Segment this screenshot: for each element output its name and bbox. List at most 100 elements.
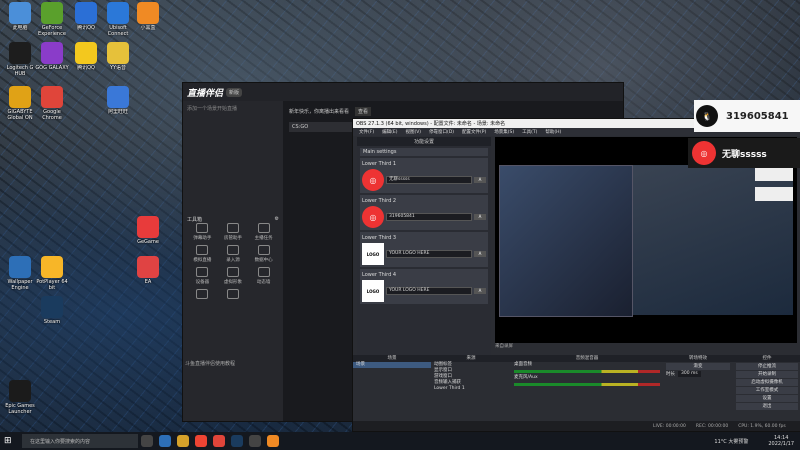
menu-item[interactable]: 编辑(E) — [382, 129, 397, 135]
obs-statusbar: LIVE: 00:00:00 REC: 00:00:00 CPU: 1.9%, 60… — [353, 421, 800, 431]
desktop-icon[interactable]: Logitech G HUB — [2, 42, 38, 77]
menu-item[interactable]: 配置文件(P) — [462, 129, 486, 135]
version-badge[interactable]: 新版 — [226, 87, 243, 97]
menu-item[interactable]: 视图(V) — [405, 129, 421, 135]
transition-select[interactable]: 渐变 — [666, 363, 730, 370]
lower-third-item: Lower Third 3 LOGO YOUR LOGO HERE A — [360, 232, 488, 267]
tool-item[interactable]: 数据中心 — [248, 245, 279, 263]
tool-item[interactable]: 弹幕助手 — [187, 223, 218, 241]
control-button[interactable]: 退出 — [736, 403, 798, 410]
desktop-icon[interactable]: 小黑盒 — [130, 2, 166, 31]
desktop-icon[interactable]: GeGame — [130, 216, 166, 245]
desktop-icon[interactable]: PotPlayer 64 bit — [34, 256, 70, 291]
desktop-icon[interactable]: Steam — [34, 296, 70, 325]
tool-item[interactable]: 动态墙 — [248, 267, 279, 285]
tool-item[interactable]: 录入源 — [218, 245, 249, 263]
status-item: CPU: 1.9%, 60.00 fps — [738, 423, 786, 429]
control-button[interactable]: 启动虚拟摄像机 — [736, 379, 798, 386]
obs-icon[interactable] — [249, 435, 261, 447]
taskbar-search[interactable]: 在这里输入你要搜索的内容 — [22, 434, 138, 448]
taskview-icon[interactable] — [141, 435, 153, 447]
duration-input[interactable]: 300 ms — [678, 371, 701, 377]
app-icon — [41, 2, 63, 24]
tool-icon — [226, 223, 239, 233]
desktop-icon[interactable]: 腾讯QQ — [68, 42, 104, 71]
desktop-icon[interactable]: 腾讯QQ — [68, 2, 104, 31]
lower-third-name-input[interactable]: 无聊sssss — [386, 176, 472, 184]
desktop-icon[interactable]: EA — [130, 256, 166, 285]
lower-third-title: Lower Third 3 — [362, 234, 397, 241]
control-button[interactable]: 开始录制 — [736, 371, 798, 378]
desktop-icon[interactable]: 阿里旺旺 — [100, 86, 136, 115]
gear-icon[interactable]: ⚙ — [275, 216, 279, 223]
desktop-icon-label: 腾讯QQ — [77, 65, 95, 71]
windows-start-icon[interactable]: ⊞ — [4, 436, 14, 446]
menu-item[interactable]: 帮助(H) — [545, 129, 561, 135]
logo-icon: ◎ — [362, 169, 384, 191]
tab-csgo[interactable]: CS:GO — [289, 122, 352, 132]
tool-icon — [226, 289, 239, 299]
netease-music-icon[interactable] — [195, 435, 207, 447]
desktop-icon-label: GeForce Experience — [38, 25, 66, 37]
tool-item[interactable] — [218, 289, 249, 301]
control-button[interactable]: 停止推流 — [736, 363, 798, 370]
weather[interactable]: 11°C 大雾预警 — [714, 438, 748, 445]
explorer-icon[interactable] — [177, 435, 189, 447]
font-button[interactable]: A — [474, 214, 486, 220]
app-icon — [9, 86, 31, 108]
clock[interactable]: 14:14 2022/1/17 — [768, 435, 794, 447]
desktop-icon[interactable]: YY语音 — [100, 42, 136, 71]
scene-item[interactable]: 场景 — [353, 362, 431, 368]
volume-meter[interactable] — [514, 370, 660, 373]
source-item[interactable]: Lower Third 1 — [431, 386, 511, 392]
desktop-icon[interactable]: GeForce Experience — [34, 2, 70, 37]
app-icon — [41, 296, 63, 318]
app-icon — [137, 2, 159, 24]
menu-item[interactable]: 文件(F) — [359, 129, 374, 135]
status-item: LIVE: 00:00:00 — [653, 423, 686, 429]
desktop-icon[interactable]: Wallpaper Engine — [2, 256, 38, 291]
desktop-icon[interactable]: 此电脑 — [2, 2, 38, 31]
tool-item[interactable] — [187, 289, 218, 301]
tool-icon — [196, 223, 209, 233]
tool-item[interactable]: 设备器 — [187, 267, 218, 285]
app-icon[interactable] — [267, 435, 279, 447]
desktop-icon[interactable]: Epic Games Launcher — [2, 380, 38, 415]
app-icon — [107, 2, 129, 24]
lower-third-item: Lower Third 4 LOGO YOUR LOGO HERE A — [360, 269, 488, 304]
font-button[interactable]: A — [474, 288, 486, 294]
menu-item[interactable]: 停靠窗口(D) — [429, 129, 454, 135]
controls-panel: 控件 停止推流 开始录制 启动虚拟摄像机 工作室模式 设置 退出 — [733, 355, 800, 421]
mixer-channel: 桌面音频 — [511, 362, 663, 373]
main-settings[interactable]: Main settings — [360, 148, 488, 156]
tool-item[interactable]: 主播任务 — [248, 223, 279, 241]
desktop-icon[interactable]: Google Chrome — [34, 86, 70, 121]
desktop-icon[interactable]: GIGABYTE Global ON — [2, 86, 38, 121]
app-icon — [137, 216, 159, 238]
menu-item[interactable]: 场景集(S) — [494, 129, 514, 135]
tool-item[interactable]: 房管助手 — [218, 223, 249, 241]
desktop-icon[interactable]: GOG GALAXY — [34, 42, 70, 71]
control-button[interactable]: 设置 — [736, 395, 798, 402]
font-button[interactable]: A — [474, 251, 486, 257]
steam-icon[interactable] — [231, 435, 243, 447]
chrome-icon[interactable] — [213, 435, 225, 447]
netease-icon: ◎ — [692, 141, 716, 165]
menu-item[interactable]: 工具(T) — [522, 129, 537, 135]
lower-third-name-input[interactable]: 319605841 — [386, 213, 472, 221]
app-icon — [41, 42, 63, 64]
volume-meter[interactable] — [514, 383, 660, 386]
notice-button[interactable]: 查看 — [355, 107, 372, 116]
lower-third-name-input[interactable]: YOUR LOGO HERE — [386, 250, 472, 258]
font-button[interactable]: A — [474, 177, 486, 183]
edge-icon[interactable] — [159, 435, 171, 447]
control-button[interactable]: 工作室模式 — [736, 387, 798, 394]
tutorial-link[interactable]: 斗鱼直播伴侣使用教程 — [185, 360, 281, 367]
mixer-channel: 麦克风/Aux — [511, 375, 663, 386]
tool-icon — [226, 245, 239, 255]
app-icon — [41, 86, 63, 108]
lower-third-name-input[interactable]: YOUR LOGO HERE — [386, 287, 472, 295]
tool-item[interactable]: 模拟直播 — [187, 245, 218, 263]
tool-item[interactable]: 虚拟形象 — [218, 267, 249, 285]
desktop-icon-label: 小黑盒 — [140, 25, 156, 31]
